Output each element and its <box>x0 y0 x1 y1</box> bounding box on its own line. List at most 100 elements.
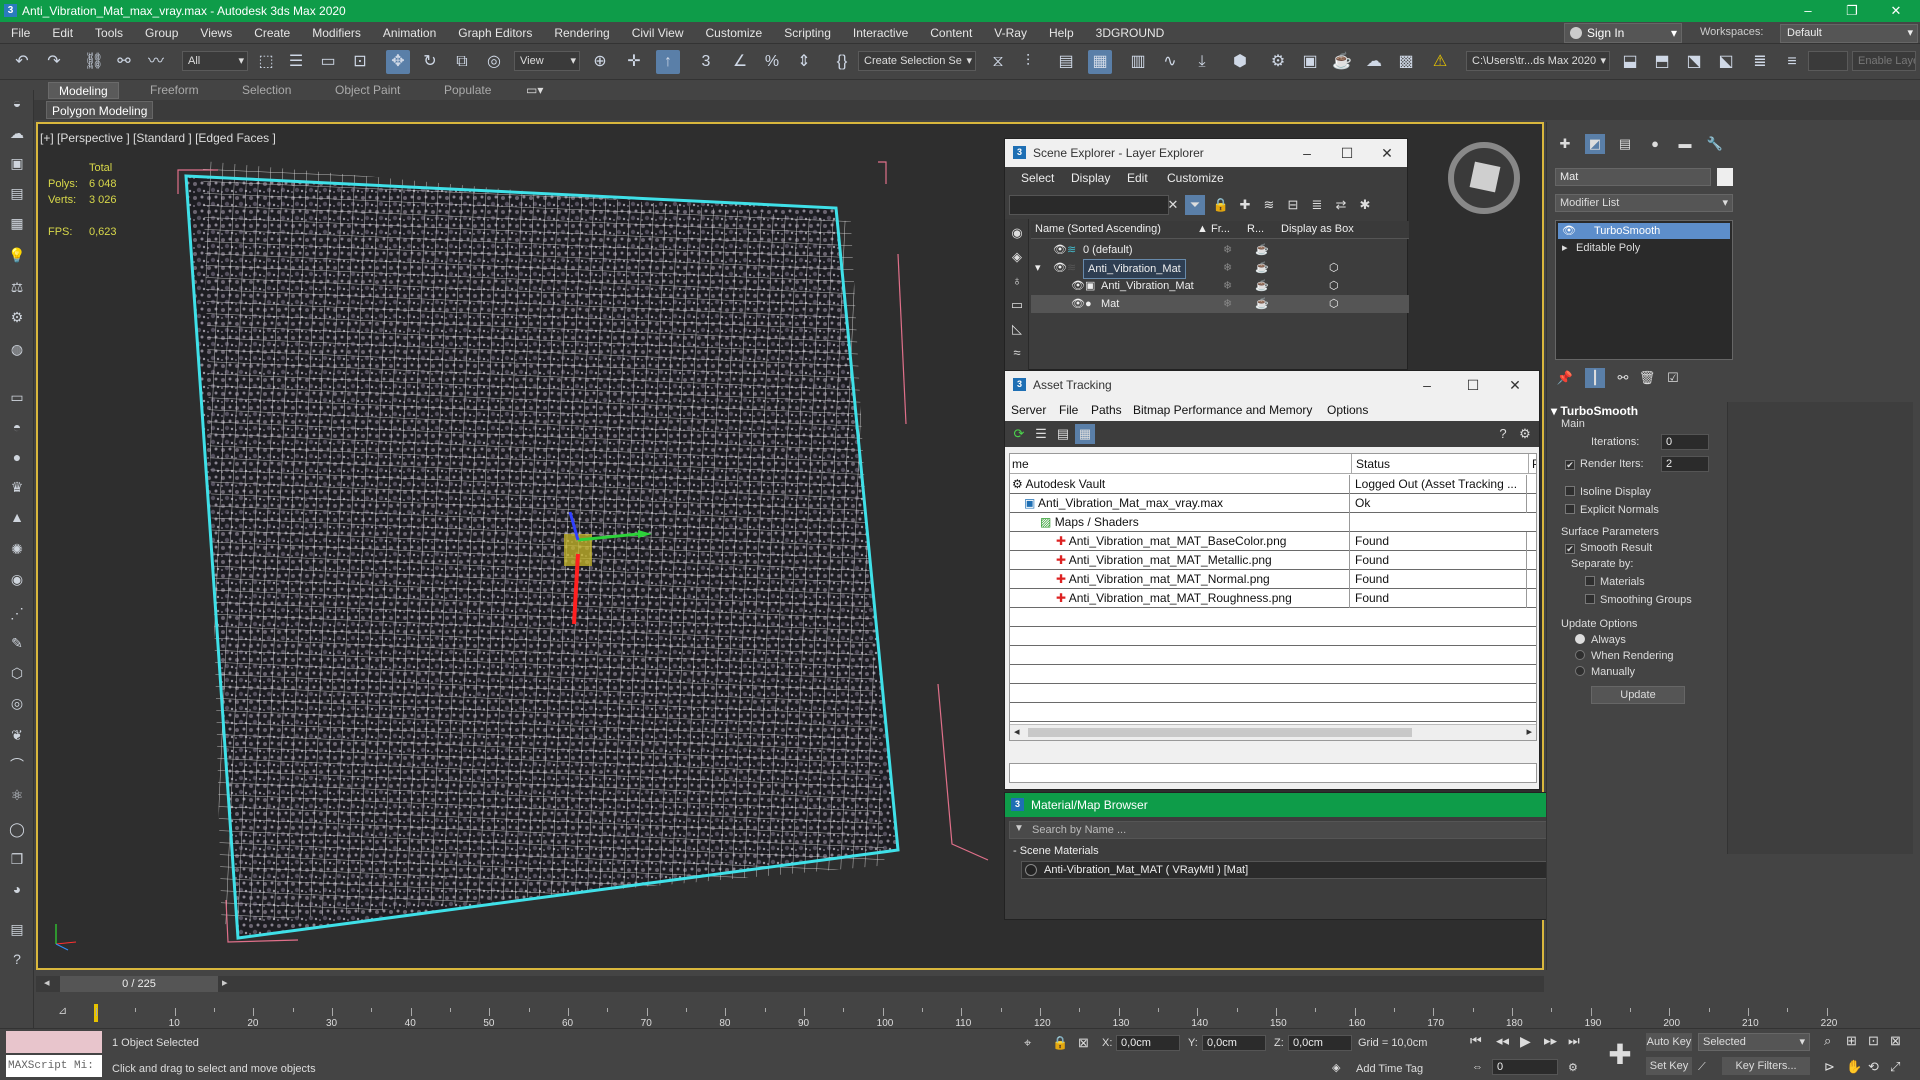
make-unique-icon[interactable]: ⚯ <box>1613 368 1633 388</box>
collapse-icon[interactable]: ▾ <box>1035 259 1041 277</box>
zoom-icon[interactable]: ⌕ <box>1824 1033 1831 1049</box>
create-box-icon[interactable]: ▣ <box>5 152 29 174</box>
space-warps-icon[interactable]: ⚙ <box>5 306 29 328</box>
se-menu-customize[interactable]: Customize <box>1167 171 1224 185</box>
toggle-ribbon-icon[interactable]: ▥ <box>1126 50 1150 74</box>
render-icon[interactable]: ☕ <box>1255 241 1269 259</box>
globe-icon[interactable]: ◎ <box>5 692 29 714</box>
lights-icon[interactable]: 💡 <box>5 244 29 266</box>
freeze-icon[interactable]: ❄ <box>1223 241 1232 259</box>
display-cameras-icon[interactable]: ▭ <box>1007 295 1027 315</box>
set-key-button[interactable]: Set Key <box>1646 1057 1692 1075</box>
selection-lock-icon[interactable]: 🔒 <box>1052 1035 1068 1051</box>
update-always-radio[interactable] <box>1575 634 1585 644</box>
isoline-display-row[interactable]: Isoline Display <box>1565 486 1651 498</box>
modifier-list-select[interactable]: Modifier List ▾ <box>1555 194 1733 212</box>
box-icon[interactable]: ⬡ <box>1329 295 1339 313</box>
maxscript-mini-input[interactable]: MAXScript Mi: <box>6 1055 102 1077</box>
menu-customize[interactable]: Customize <box>695 22 774 44</box>
table-row[interactable]: ✚ Anti_Vibration_mat_MAT_Metallic.png Fo… <box>1010 551 1536 570</box>
chevron-down-icon[interactable]: ▼ <box>1014 823 1024 834</box>
list-icon[interactable]: ☰ <box>1031 424 1051 444</box>
display-helpers-icon[interactable]: ◺ <box>1007 319 1027 339</box>
add-layer-icon[interactable]: ✚ <box>1235 195 1255 215</box>
layers-icon[interactable]: ≣ <box>1307 195 1327 215</box>
highlight-icon[interactable]: ✱ <box>1355 195 1375 215</box>
table-row[interactable]: ✚ Anti_Vibration_mat_MAT_BaseColor.png F… <box>1010 532 1536 551</box>
select-by-name-icon[interactable]: ☰ <box>284 50 308 74</box>
zoom-extents-icon[interactable]: ⊡ <box>1868 1033 1879 1049</box>
window-crossing-icon[interactable]: ⊡ <box>348 50 372 74</box>
select-move-icon[interactable]: ✥ <box>386 50 410 74</box>
horizontal-scrollbar[interactable]: ◂ ▸ <box>1010 724 1536 740</box>
mini-curve-editor-icon[interactable]: ⊿ <box>58 1004 67 1017</box>
sphere-env-icon[interactable]: ◯ <box>5 818 29 840</box>
stack-item-editable-poly[interactable]: ▸ Editable Poly <box>1558 240 1730 256</box>
place-icon[interactable]: ◎ <box>482 50 506 74</box>
polygon-modeling-button[interactable]: Polygon Modeling <box>46 101 154 119</box>
visibility-icon[interactable]: 👁 <box>1071 295 1085 313</box>
menu-modifiers[interactable]: Modifiers <box>301 22 372 44</box>
smooth-result-row[interactable]: ✔ Smooth Result <box>1565 542 1652 554</box>
pin-stack-icon[interactable]: 📌 <box>1555 368 1575 388</box>
table-row[interactable]: ✚ Anti_Vibration_mat_MAT_Normal.png Foun… <box>1010 570 1536 589</box>
stack-item-turbosmooth[interactable]: 👁 TurboSmooth <box>1558 223 1730 239</box>
display-objects-icon[interactable]: ◉ <box>1007 223 1027 243</box>
update-manually-row[interactable]: Manually <box>1575 666 1635 678</box>
bind-space-warp-icon[interactable]: 〰 <box>144 50 168 74</box>
visibility-icon[interactable]: 👁 <box>1053 259 1067 277</box>
render-production-icon[interactable]: ☕ <box>1330 50 1354 74</box>
next-frame-icon[interactable]: ▸ <box>222 976 228 989</box>
maxscript-listener[interactable] <box>6 1031 102 1053</box>
tab-populate[interactable]: Populate <box>434 82 501 99</box>
menu-content[interactable]: Content <box>919 22 983 44</box>
hierarchy-tab-icon[interactable]: ▤ <box>1615 134 1635 154</box>
utilities-tab-icon[interactable]: 🔧 <box>1705 134 1725 154</box>
create-grid-icon[interactable]: ▦ <box>5 212 29 234</box>
field-of-view-icon[interactable]: ⊳ <box>1824 1059 1835 1075</box>
ball-icon[interactable]: ◉ <box>5 568 29 590</box>
viewcube-face[interactable] <box>1469 161 1501 193</box>
curve-editor-icon[interactable]: ∿ <box>1158 50 1182 74</box>
se-col-freeze[interactable]: Fr... <box>1211 223 1230 235</box>
layer-stack-icon[interactable]: ≡ <box>1780 50 1804 74</box>
visibility-icon[interactable]: 👁 <box>1562 223 1576 239</box>
y-coordinate-field[interactable]: 0,0cm <box>1202 1035 1266 1051</box>
box-icon[interactable]: ⬡ <box>1329 277 1339 295</box>
workspace-select[interactable]: Default ▾ <box>1780 24 1918 43</box>
settings-icon[interactable]: ⚙ <box>1515 424 1535 444</box>
pan-icon[interactable]: ✋ <box>1846 1059 1862 1075</box>
scene-materials-section[interactable]: - Scene Materials <box>1013 845 1099 857</box>
display-tab-icon[interactable]: ▬ <box>1675 134 1695 154</box>
modify-tab-icon[interactable]: ◩ <box>1585 134 1605 154</box>
tab-freeform[interactable]: Freeform <box>140 82 209 99</box>
display-geometry-icon[interactable]: ◈ <box>1007 247 1027 267</box>
helpers-icon[interactable]: ⚖ <box>5 276 29 298</box>
key-selection-select[interactable]: Selected ▾ <box>1698 1033 1810 1051</box>
se-col-box[interactable]: Display as Box <box>1281 223 1354 235</box>
material-editor-icon[interactable]: ⬢ <box>1228 50 1252 74</box>
menu-tools[interactable]: Tools <box>84 22 134 44</box>
menu-group[interactable]: Group <box>134 22 189 44</box>
render-icon[interactable]: ☕ <box>1255 295 1269 313</box>
maximize-viewport-icon[interactable]: ⤢ <box>1890 1059 1900 1075</box>
display-lights-icon[interactable]: ♁ <box>1007 271 1027 291</box>
rendered-frame-window-icon[interactable]: ▣ <box>1298 50 1322 74</box>
freeze-icon[interactable]: ❄ <box>1223 259 1232 277</box>
render-in-cloud-icon[interactable]: ☁ <box>1362 50 1386 74</box>
isoline-display-checkbox[interactable] <box>1565 486 1575 496</box>
clear-search-icon[interactable]: ✕ <box>1163 195 1183 215</box>
se-menu-select[interactable]: Select <box>1021 171 1054 185</box>
at-menu-bitmap[interactable]: Bitmap Performance and Memory <box>1133 403 1312 417</box>
play-icon[interactable]: ▶ <box>1520 1033 1531 1050</box>
select-object-icon[interactable]: ⬚ <box>254 50 278 74</box>
sun-icon[interactable]: ✺ <box>5 538 29 560</box>
ribbon-options-icon[interactable]: ▭▾ <box>516 82 553 99</box>
materials-checkbox[interactable] <box>1585 576 1595 586</box>
add-time-tag[interactable]: Add Time Tag <box>1356 1063 1423 1075</box>
update-always-row[interactable]: Always <box>1575 634 1626 646</box>
scroll-left-icon[interactable]: ◂ <box>1014 725 1020 738</box>
create-shapes-icon[interactable]: ☁ <box>5 122 29 144</box>
materials-row[interactable]: Materials <box>1585 576 1645 588</box>
smoothing-groups-row[interactable]: Smoothing Groups <box>1585 594 1692 606</box>
